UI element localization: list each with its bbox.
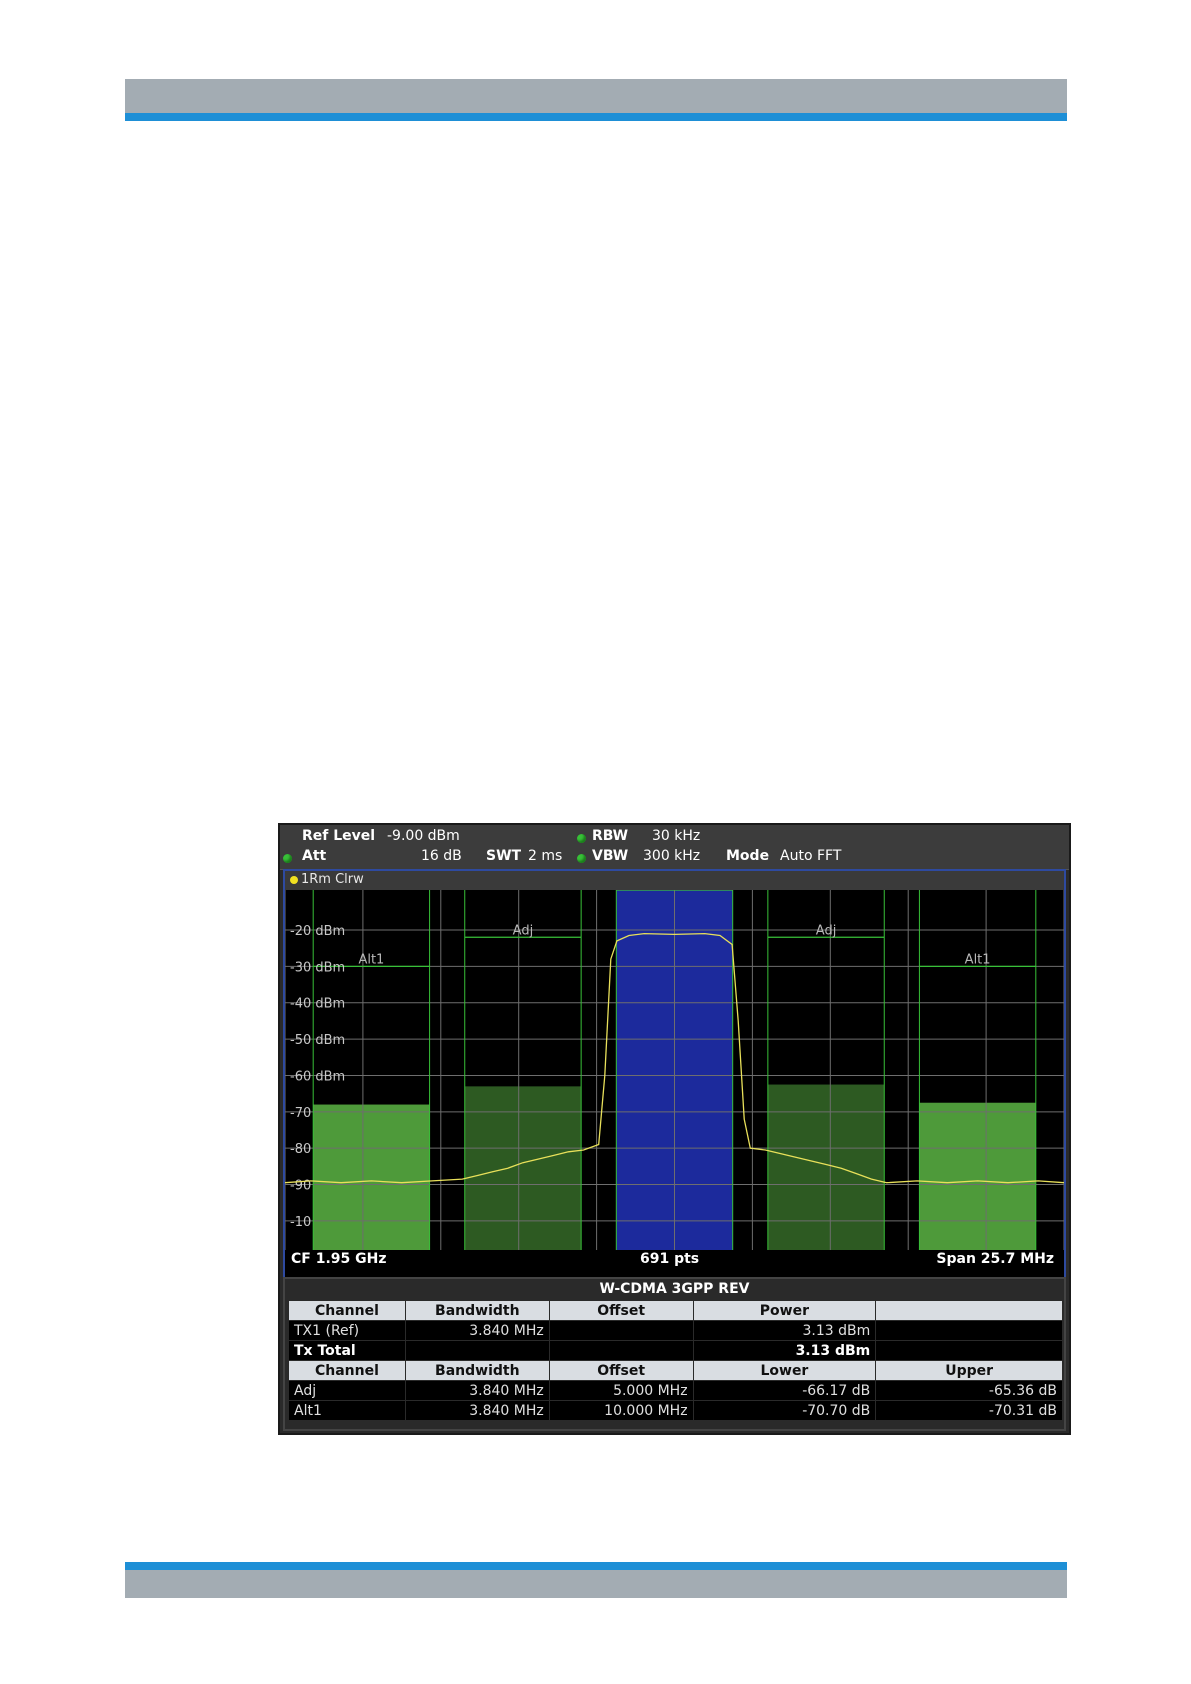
- settings-header: Ref Level -9.00 dBm Att 16 dB SWT 2 ms R…: [280, 825, 1069, 870]
- vbw-value[interactable]: 300 kHz: [643, 848, 700, 864]
- tx-header-row: Channel Bandwidth Offset Power: [288, 1300, 1063, 1321]
- trace-info-bar: 1Rm Clrw: [285, 871, 1064, 890]
- rbw-label: RBW: [592, 828, 629, 844]
- swt-value[interactable]: 2 ms: [528, 848, 562, 864]
- vbw-label: VBW: [592, 848, 629, 864]
- att-value[interactable]: 16 dB: [421, 848, 462, 864]
- header-cell: Offset: [548, 1360, 694, 1381]
- header-cell: Power: [692, 1300, 877, 1321]
- empty-cell: [548, 1340, 694, 1361]
- header-cell: Bandwidth: [404, 1300, 550, 1321]
- header-cell: Channel: [288, 1300, 406, 1321]
- header-cell: Upper: [875, 1360, 1063, 1381]
- page-header-band: [125, 79, 1067, 113]
- table-row[interactable]: Alt1 3.840 MHz 10.000 MHz -70.70 dB -70.…: [288, 1400, 1063, 1421]
- offset-cell: 10.000 MHz: [548, 1400, 694, 1421]
- offset-cell: 5.000 MHz: [548, 1380, 694, 1401]
- results-table: Channel Bandwidth Offset Power TX1 (Ref)…: [288, 1300, 1063, 1421]
- header-cell: Lower: [692, 1360, 877, 1381]
- lower-cell: -70.70 dB: [692, 1400, 877, 1421]
- mode-value[interactable]: Auto FFT: [780, 848, 841, 864]
- spectrum-diagram: 1Rm Clrw Alt1 Adj TX1 Adj Alt1 -20 dBm -30 dBm…: [283, 869, 1066, 1289]
- diagram-footer: CF 1.95 GHz 691 pts Span 25.7 MHz: [285, 1250, 1064, 1268]
- header-cell: Channel: [288, 1360, 406, 1381]
- att-label: Att: [302, 848, 327, 864]
- swt-label: SWT: [486, 848, 522, 864]
- spectrum-analyzer-screen: Ref Level -9.00 dBm Att 16 dB SWT 2 ms R…: [278, 823, 1071, 1435]
- header-cell: Offset: [548, 1300, 694, 1321]
- channel-cell: Adj: [288, 1380, 406, 1401]
- upper-cell: -65.36 dB: [875, 1380, 1063, 1401]
- power-cell: 3.13 dBm: [692, 1320, 877, 1341]
- channel-power-bar: [464, 1086, 582, 1250]
- channel-label: Alt1: [358, 952, 384, 967]
- channel-label: TX1: [661, 890, 687, 891]
- offset-cell: [548, 1320, 694, 1341]
- page-header-stripe: [125, 113, 1067, 121]
- y-tick-label: -60 dBm: [290, 1069, 345, 1084]
- trace-indicator-icon: [290, 876, 298, 884]
- header-cell: [875, 1300, 1063, 1321]
- page-footer-stripe: [125, 1562, 1067, 1570]
- ref-level-value[interactable]: -9.00 dBm: [387, 828, 460, 844]
- total-label-cell: Tx Total: [288, 1340, 406, 1361]
- mode-label: Mode: [726, 848, 770, 864]
- y-tick-label: -50 dBm: [290, 1033, 345, 1048]
- y-tick-label: -20 dBm: [290, 924, 345, 939]
- spectrum-plot[interactable]: Alt1 Adj TX1 Adj Alt1 -20 dBm -30 dBm -40 dBm -5…: [285, 890, 1064, 1250]
- tx-total-row[interactable]: Tx Total 3.13 dBm: [288, 1340, 1063, 1361]
- results-title: W-CDMA 3GPP REV: [599, 1281, 750, 1297]
- y-tick-label: -10: [290, 1215, 311, 1230]
- trace-label[interactable]: 1Rm Clrw: [301, 872, 364, 887]
- rbw-value[interactable]: 30 kHz: [652, 828, 700, 844]
- vbw-status-icon: [577, 854, 586, 863]
- total-power-cell: 3.13 dBm: [692, 1340, 877, 1361]
- sweep-points: 691 pts: [640, 1251, 700, 1267]
- channel-power-bar: [767, 1084, 885, 1250]
- channel-power-bar: [919, 1102, 1036, 1250]
- aclr-header-row: Channel Bandwidth Offset Lower Upper: [288, 1360, 1063, 1381]
- bandwidth-cell: 3.840 MHz: [404, 1320, 550, 1341]
- span-value: Span 25.7 MHz: [936, 1251, 1054, 1267]
- rbw-status-icon: [577, 834, 586, 843]
- channel-power-bar: [313, 1104, 430, 1250]
- results-panel: W-CDMA 3GPP REV Channel Bandwidth Offset…: [283, 1277, 1066, 1431]
- empty-cell: [875, 1340, 1063, 1361]
- lower-cell: -66.17 dB: [692, 1380, 877, 1401]
- bandwidth-cell: 3.840 MHz: [404, 1380, 550, 1401]
- y-tick-label: -80: [290, 1142, 311, 1157]
- channel-label: Adj: [816, 923, 837, 938]
- page-footer-band: [125, 1570, 1067, 1598]
- y-tick-label: -30 dBm: [290, 960, 345, 975]
- upper-cell: -70.31 dB: [875, 1400, 1063, 1421]
- att-status-icon: [283, 854, 292, 863]
- ref-level-label: Ref Level: [302, 828, 376, 844]
- channel-cell: Alt1: [288, 1400, 406, 1421]
- channel-label: Alt1: [965, 952, 991, 967]
- channel-label: Adj: [513, 923, 534, 938]
- table-row[interactable]: Adj 3.840 MHz 5.000 MHz -66.17 dB -65.36…: [288, 1380, 1063, 1401]
- bandwidth-cell: 3.840 MHz: [404, 1400, 550, 1421]
- header-cell: Bandwidth: [404, 1360, 550, 1381]
- table-row[interactable]: TX1 (Ref) 3.840 MHz 3.13 dBm: [288, 1320, 1063, 1341]
- channel-cell: TX1 (Ref): [288, 1320, 406, 1341]
- center-frequency: CF 1.95 GHz: [291, 1251, 387, 1267]
- extra-cell: [875, 1320, 1063, 1341]
- empty-cell: [404, 1340, 550, 1361]
- y-tick-label: -40 dBm: [290, 997, 345, 1012]
- y-tick-label: -70: [290, 1106, 311, 1121]
